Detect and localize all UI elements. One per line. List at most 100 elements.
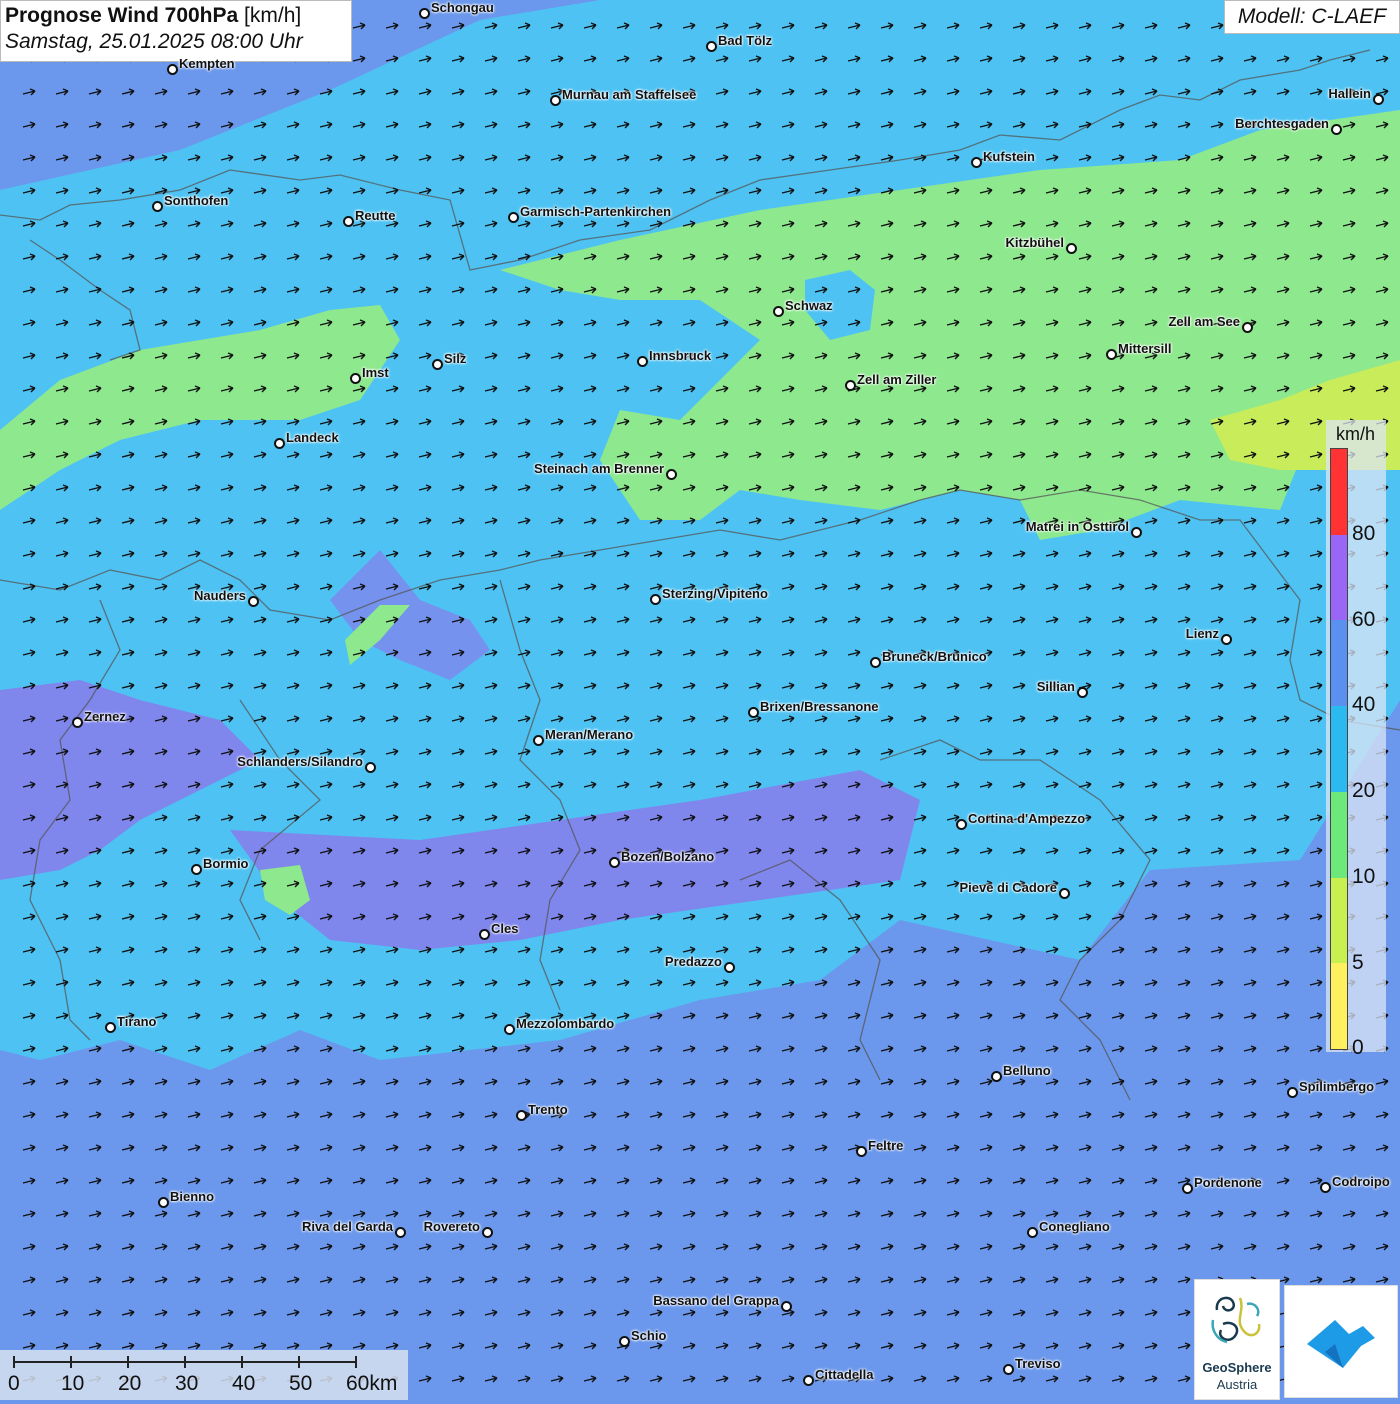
city-label: Zell am See: [1168, 314, 1240, 329]
city-marker: [158, 1197, 169, 1208]
map-date: Samstag, 25.01.2025 08:00 Uhr: [5, 30, 303, 53]
city-label: Imst: [362, 365, 389, 380]
city-marker: [248, 596, 259, 607]
legend-colorbar: [1330, 448, 1348, 1050]
city-label: Rovereto: [423, 1219, 480, 1234]
city-label: Cles: [491, 921, 519, 936]
city-label: Pordenone: [1194, 1175, 1262, 1190]
legend-color-segment: [1331, 791, 1347, 879]
legend-color-segment: [1331, 877, 1347, 964]
city-marker: [1003, 1364, 1014, 1375]
city-label: Zernez: [84, 709, 126, 724]
city-label: Mittersill: [1118, 341, 1172, 356]
city-label: Landeck: [286, 430, 339, 445]
map-unit: [km/h]: [244, 4, 302, 27]
city-marker: [773, 306, 784, 317]
city-marker: [1320, 1182, 1331, 1193]
city-marker: [395, 1227, 406, 1238]
geosphere-logo-line1: GeoSphere: [1202, 1360, 1272, 1375]
legend-tick-label: 80: [1352, 522, 1376, 545]
city-label: Bormio: [203, 856, 249, 871]
city-label: Brixen/Bressanone: [760, 699, 879, 714]
city-label: Schio: [631, 1328, 667, 1343]
city-label: Schlanders/Silandro: [237, 754, 363, 769]
cloud-logo-icon: [1307, 1320, 1375, 1368]
city-marker: [105, 1022, 116, 1033]
city-label: Bruneck/Brunico: [882, 649, 987, 664]
legend-tick-label: 60: [1352, 607, 1376, 631]
city-label: Spilimbergo: [1299, 1079, 1375, 1094]
legend-color-segment: [1331, 534, 1347, 621]
city-marker: [1242, 322, 1253, 333]
city-label: Riva del Garda: [301, 1219, 393, 1234]
city-label: Cittadella: [815, 1367, 874, 1382]
city-marker: [1106, 349, 1117, 360]
city-marker: [191, 864, 202, 875]
color-legend: km/h 80 60 40 20 10 5 0: [1326, 420, 1386, 1059]
city-label: Kufstein: [983, 149, 1035, 164]
city-marker: [706, 41, 717, 52]
city-label: Tirano: [117, 1014, 157, 1029]
scale-label: 50: [289, 1372, 313, 1395]
scale-label: 20: [118, 1372, 142, 1395]
city-marker: [781, 1301, 792, 1312]
legend-tick-label: 10: [1352, 864, 1376, 888]
city-marker: [550, 95, 561, 106]
city-label: Belluno: [1003, 1063, 1051, 1078]
city-label: Meran/Merano: [545, 727, 634, 742]
city-marker: [365, 762, 376, 773]
city-marker: [167, 64, 178, 75]
city-marker: [432, 359, 443, 370]
city-label: Zell am Ziller: [857, 372, 937, 387]
city-marker: [956, 819, 967, 830]
title-box: Prognose Wind 700hPa [km/h] Samstag, 25.…: [0, 0, 352, 62]
city-marker: [479, 929, 490, 940]
scale-label: 10: [61, 1372, 85, 1395]
city-marker: [845, 380, 856, 391]
city-marker: [1077, 687, 1088, 698]
city-marker: [870, 657, 881, 668]
city-label: Lienz: [1185, 626, 1219, 641]
city-label: Garmisch-Partenkirchen: [520, 204, 672, 219]
city-marker: [152, 201, 163, 212]
city-label: Bassano del Grappa: [653, 1293, 779, 1308]
city-marker: [619, 1336, 630, 1347]
city-marker: [666, 469, 677, 480]
scale-label: 30: [175, 1372, 199, 1395]
city-marker: [504, 1024, 515, 1035]
scale-bar: 0 10 20 30 40 50 60km: [0, 1350, 408, 1400]
city-label: Bad Tölz: [718, 33, 773, 48]
scale-label: 40: [232, 1372, 256, 1395]
city-label: Schwaz: [785, 298, 833, 313]
city-marker: [419, 8, 430, 19]
city-marker: [971, 157, 982, 168]
city-label: Steinach am Brenner: [533, 461, 664, 476]
city-label: Silz: [444, 351, 467, 366]
city-marker: [1373, 94, 1384, 105]
partner-logo: [1284, 1285, 1398, 1398]
city-label: Nauders: [193, 588, 246, 603]
geosphere-logo-line2: Austria: [1216, 1377, 1258, 1392]
legend-tick-label: 40: [1352, 693, 1376, 717]
city-label: Pieve di Cadore: [959, 880, 1057, 895]
city-marker: [1059, 888, 1070, 899]
city-label: Reutte: [355, 208, 396, 223]
legend-color-segment: [1331, 706, 1347, 793]
geosphere-logo: GeoSphere Austria: [1194, 1279, 1280, 1400]
city-marker: [637, 356, 648, 367]
city-label: Murnau am Staffelsee: [562, 87, 697, 102]
city-label: Matrei in Osttirol: [1025, 519, 1129, 534]
title-line: Prognose Wind 700hPa [km/h]: [5, 4, 347, 28]
city-marker: [1027, 1227, 1038, 1238]
city-label: Innsbruck: [649, 348, 712, 363]
city-label: Codroipo: [1332, 1174, 1390, 1189]
city-marker: [350, 373, 361, 384]
city-label: Trento: [528, 1102, 568, 1117]
city-marker: [274, 438, 285, 449]
city-marker: [508, 212, 519, 223]
city-label: Bozen/Bolzano: [621, 849, 715, 864]
city-label: Sterzing/Vipiteno: [662, 586, 768, 601]
city-marker: [609, 857, 620, 868]
city-marker: [72, 717, 83, 728]
city-label: Bienno: [170, 1189, 215, 1204]
